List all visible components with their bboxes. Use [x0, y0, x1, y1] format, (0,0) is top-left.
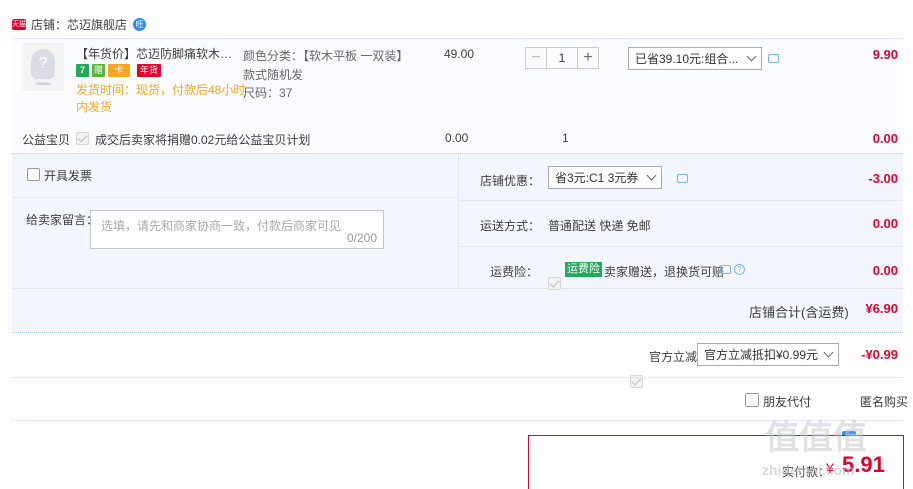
- options-divider: [458, 154, 459, 288]
- insurance-comment-icon[interactable]: [720, 265, 731, 274]
- official-discount-amount: -¥0.99: [861, 347, 898, 362]
- row-divider: [12, 288, 903, 289]
- watermark-logo: 值值值: [765, 419, 867, 457]
- charity-label: 公益宝贝: [22, 133, 71, 147]
- message-placeholder: 选填，请先和商家协商一致，付款后商家可见: [101, 219, 342, 233]
- sku-style: 款式随机发: [243, 68, 304, 82]
- ship-time-line2: 内发货: [76, 100, 113, 114]
- coupon-amount: -3.00: [868, 171, 898, 186]
- coupon-select[interactable]: 省3元:C1 3元券: [548, 166, 662, 189]
- insurance-amount: 0.00: [872, 263, 898, 278]
- insurance-label: 运费险：: [490, 265, 539, 279]
- invoice-label[interactable]: 开具发票: [44, 167, 92, 184]
- charity-price: 0.00: [445, 131, 469, 145]
- row-divider: [459, 246, 903, 247]
- product-thumbnail[interactable]: ? XINMAI: [22, 43, 64, 91]
- section-divider: [12, 377, 903, 378]
- quantity-increase-button[interactable]: +: [577, 47, 599, 69]
- official-discount-value: 官方立减抵扣¥0.99元: [704, 348, 819, 362]
- sku-color: 颜色分类：【软木平板 一双装】: [243, 49, 409, 63]
- help-icon[interactable]: ?: [734, 264, 745, 275]
- charity-checkbox: [76, 132, 89, 145]
- charity-qty: 1: [562, 131, 569, 145]
- tmall-icon: 天猫: [12, 18, 26, 30]
- row-divider: [12, 197, 458, 198]
- chevron-down-icon: [823, 347, 834, 358]
- official-discount-label: 官方立减: [649, 350, 698, 364]
- coupon-comment-icon[interactable]: [677, 174, 688, 183]
- watermark-text: zhidemai.com: [762, 462, 855, 478]
- seller-message-input[interactable]: 选填，请先和商家协商一致，付款后商家可见 0/200: [90, 210, 384, 249]
- quantity-stepper: − 1 +: [525, 47, 599, 71]
- item-promo-value: 已省39.10元:组合...: [635, 52, 739, 66]
- shop-header: 天猫 店铺：芯迈旗舰店 旺: [12, 14, 147, 34]
- new-year-goods-badge[interactable]: 年货: [137, 64, 161, 77]
- product-title-link[interactable]: 【年货价】芯迈防脚痛软木鞋垫...: [76, 45, 238, 62]
- insole-image-icon: ?: [31, 48, 55, 79]
- message-counter: 0/200: [346, 231, 377, 245]
- charity-text: 成交后卖家将捐赠0.02元给公益宝贝计划: [95, 133, 311, 147]
- coupon-label: 店铺优惠：: [480, 174, 541, 188]
- insurance-text: 卖家赠送，退换货可赔: [604, 265, 725, 279]
- shipping-label: 运送方式：: [480, 219, 541, 233]
- chevron-down-icon: [646, 170, 657, 181]
- thumbnail-caption: XINMAI: [36, 80, 50, 86]
- unit-price: 49.00: [444, 47, 475, 61]
- charity-subtotal: 0.00: [872, 131, 898, 146]
- invoice-checkbox[interactable]: [27, 168, 40, 181]
- anonymous-label[interactable]: 匿名购买: [860, 393, 908, 410]
- official-discount-select[interactable]: 官方立减抵扣¥0.99元: [697, 343, 839, 366]
- service-icons: 7 赠 卡 年货: [76, 64, 161, 77]
- quantity-decrease-button[interactable]: −: [525, 47, 547, 69]
- insurance-tag: 运费险: [565, 262, 602, 277]
- shipping-amount: 0.00: [872, 216, 898, 231]
- item-promo-select[interactable]: 已省39.10元:组合...: [628, 47, 762, 70]
- coupon-value: 省3元:C1 3元券: [555, 171, 639, 185]
- shop-total-amount: ¥6.90: [865, 301, 898, 316]
- quantity-input[interactable]: 1: [547, 47, 577, 69]
- chevron-down-icon: [746, 51, 757, 62]
- row-divider: [459, 200, 903, 201]
- message-label: 给卖家留言：: [26, 213, 99, 227]
- ship-time-line1: 发货时间：现货，付款后48小时: [76, 83, 246, 97]
- shipping-value: 普通配送 快递 免邮: [548, 219, 651, 233]
- sku-size: 尺码：37: [243, 86, 293, 100]
- item-subtotal: 9.90: [872, 47, 898, 62]
- wangwang-chat-icon[interactable]: 旺: [133, 17, 147, 31]
- friend-pay-label[interactable]: 朋友代付: [763, 393, 811, 410]
- shop-name-link[interactable]: 店铺：芯迈旗舰店: [31, 16, 127, 33]
- insurance-checkbox: [548, 277, 561, 290]
- gift-service-icon[interactable]: 赠: [92, 64, 105, 77]
- credit-card-icon[interactable]: 卡: [108, 64, 130, 77]
- friend-pay-checkbox[interactable]: [745, 393, 759, 407]
- seven-day-return-icon[interactable]: 7: [76, 64, 89, 77]
- promo-comment-icon[interactable]: [768, 54, 779, 63]
